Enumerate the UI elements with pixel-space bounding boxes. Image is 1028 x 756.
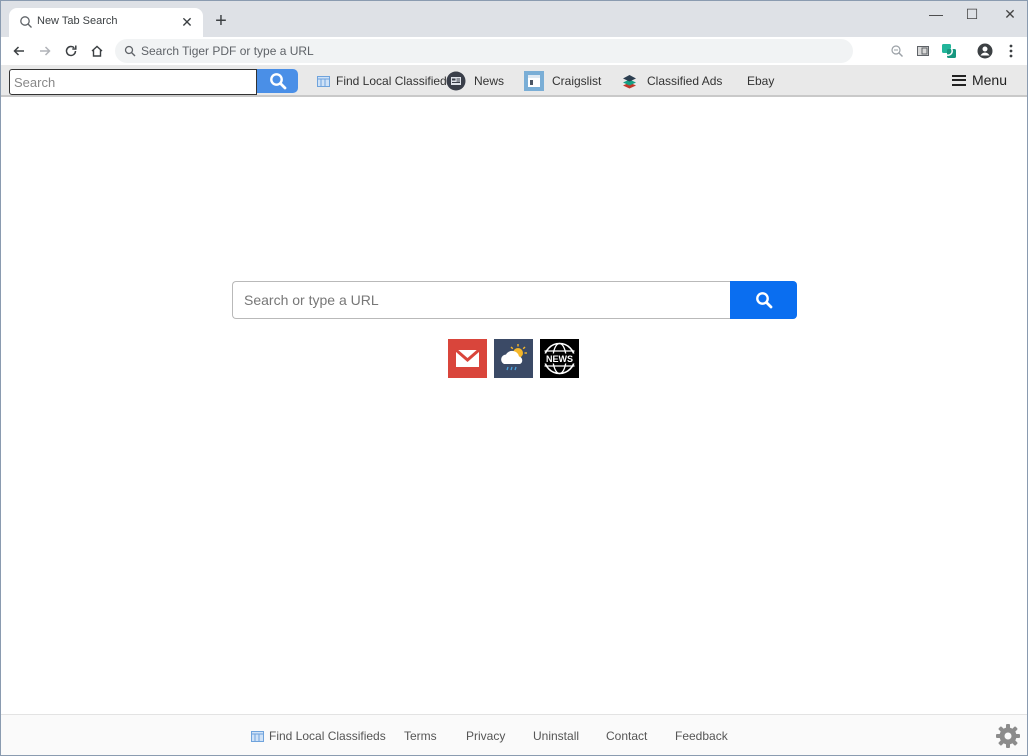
toolbar-link-news[interactable]: News [446,71,505,91]
reload-icon [65,45,77,57]
profile-icon [977,43,993,59]
forward-button[interactable] [35,41,55,61]
toolbar-search-input[interactable] [9,69,257,95]
home-icon [91,45,103,57]
toolbar-link-classified-ads[interactable]: Classified Ads [622,72,722,90]
tab-new-tab-search[interactable]: New Tab Search ✕ [9,8,203,37]
tiger-pdf-extension-button[interactable] [939,41,959,61]
new-tab-button[interactable]: + [211,11,231,31]
back-icon [13,46,24,56]
footer-link-contact[interactable]: Contact [606,729,647,743]
minimize-button[interactable]: — [921,5,951,23]
extension-green-icon [942,44,956,58]
back-button[interactable] [9,41,29,61]
mail-icon [448,339,487,378]
footer-link-uninstall[interactable]: Uninstall [533,729,579,743]
footer-link-terms[interactable]: Terms [404,729,437,743]
maximize-button[interactable]: ☐ [957,5,987,23]
zoom-icon [891,45,903,57]
home-button[interactable] [87,41,107,61]
toolbar-link-ebay[interactable]: Ebay [747,72,774,90]
toolbar-link-label: Classified Ads [647,74,723,88]
craigslist-icon [524,71,544,91]
main-search-button[interactable] [730,281,797,319]
toolbar-link-find-local-classifieds[interactable]: Find Local Classifieds [317,72,453,90]
toolbar-link-label: Ebay [747,74,775,88]
address-input[interactable] [141,39,841,63]
tab-title: New Tab Search [37,15,118,27]
news-globe-icon: NEWS [540,339,579,378]
navigation-bar [1,37,1027,65]
footer-link-find-local-classifieds[interactable]: Find Local Classifieds [251,729,386,743]
svg-text:NEWS: NEWS [546,354,573,364]
footer-link-label: Find Local Classifieds [269,729,386,743]
reader-icon [917,46,929,56]
reader-extension-button[interactable] [913,41,933,61]
tab-strip: New Tab Search ✕ + — ☐ ✕ [1,1,1027,37]
browser-window: New Tab Search ✕ + — ☐ ✕ Search Tiger PD… [0,0,1028,756]
search-icon [124,45,136,57]
toolbar-link-label: Find Local Classifieds [336,74,453,88]
close-tab-icon[interactable]: ✕ [179,14,195,30]
main-search-input[interactable] [232,281,732,319]
address-bar[interactable] [115,39,853,63]
hamburger-icon [951,74,966,86]
more-menu-button[interactable] [1001,41,1021,61]
menu-label: Menu [971,72,1007,88]
more-icon [1009,44,1013,58]
main-search-form [232,281,797,319]
search-icon [20,16,32,28]
classifieds-icon [317,75,330,88]
close-window-button[interactable]: ✕ [995,5,1025,23]
forward-icon [40,46,51,56]
toolbar-menu-button[interactable]: Menu [951,72,1007,88]
quick-link-news[interactable]: NEWS [540,339,579,378]
news-icon [446,71,466,91]
toolbar-link-craigslist[interactable]: Craigslist [524,71,602,91]
footer-link-feedback[interactable]: Feedback [675,729,728,743]
toolbar-link-label: News [474,74,505,88]
footer: Find Local Classifieds Terms Privacy Uni… [1,714,1027,755]
quick-link-weather[interactable] [494,339,533,378]
zoom-button[interactable] [887,41,907,61]
reload-button[interactable] [61,41,81,61]
gear-icon [996,724,1020,748]
footer-link-privacy[interactable]: Privacy [466,729,505,743]
weather-icon [494,339,533,378]
search-icon [269,73,286,90]
toolbar-search-button[interactable] [257,69,298,93]
classifieds-icon [251,730,264,743]
toolbar-link-label: Craigslist [552,74,602,88]
extension-toolbar: Find Local Classifieds News Craigslist C… [1,65,1027,97]
search-icon [755,292,772,309]
profile-button[interactable] [975,41,995,61]
settings-button[interactable] [995,723,1021,749]
stack-icon [622,74,637,89]
quick-link-gmail[interactable] [448,339,487,378]
